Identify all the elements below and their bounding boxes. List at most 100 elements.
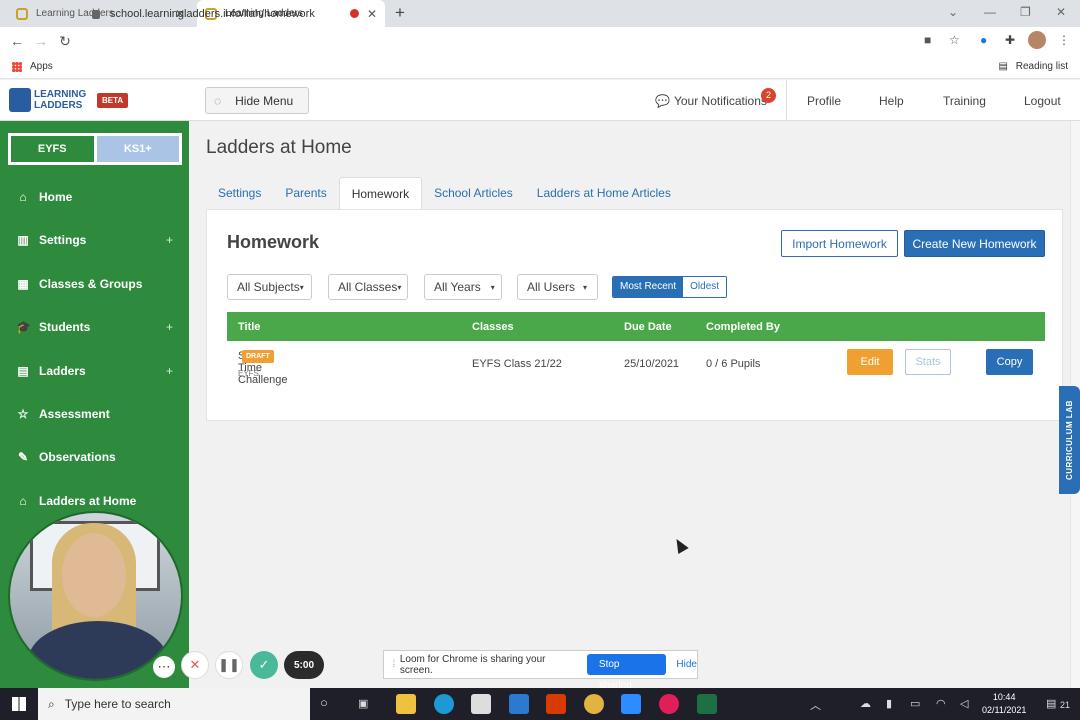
cancel-recording-icon[interactable]: ✕ <box>181 651 209 679</box>
taskbar-clock[interactable]: 10:44 02/11/2021 <box>982 691 1026 717</box>
tab-parents[interactable]: Parents <box>273 177 338 209</box>
apps-shortcut[interactable]: Apps <box>12 61 53 72</box>
action-center-icon[interactable]: ▤ <box>1046 697 1056 710</box>
sidebar-item-observations[interactable]: ✎ Observations <box>0 442 189 472</box>
phase-eyfs[interactable]: EYFS <box>11 136 94 162</box>
sidebar-item-home[interactable]: ⌂ Home <box>0 182 189 212</box>
column-title: Title <box>238 321 261 333</box>
column-classes: Classes <box>472 321 514 333</box>
show-hidden-icons-icon[interactable]: ︿ <box>810 697 821 713</box>
expand-icon[interactable]: + <box>166 320 173 334</box>
office-icon[interactable] <box>546 694 566 714</box>
puzzle-icon[interactable]: ✚ <box>1005 33 1015 47</box>
mail-icon[interactable] <box>509 694 529 714</box>
reading-list-label: Reading list <box>1015 61 1068 72</box>
webcam-person-body <box>28 621 168 679</box>
pause-recording-icon[interactable]: ❚❚ <box>215 651 243 679</box>
onedrive-icon[interactable]: ☁ <box>860 697 871 710</box>
logo-text: LEARNING LADDERS <box>34 89 87 111</box>
pencil-icon: ✎ <box>17 450 29 464</box>
sort-oldest[interactable]: Oldest <box>683 277 727 297</box>
notifications-link[interactable]: 💬 Your Notifications <box>655 94 767 108</box>
expand-icon[interactable]: + <box>166 364 173 378</box>
file-explorer-icon[interactable] <box>396 694 416 714</box>
tab-school-articles[interactable]: School Articles <box>422 177 525 209</box>
windows-taskbar: ⌕ Type here to search ○ ▣ ︿ ☁ ▮ ▭ ◠ ◁ 10… <box>0 688 1080 720</box>
close-window-icon[interactable]: ✕ <box>1056 5 1066 19</box>
classes-filter[interactable]: All Classes ▾ <box>328 274 408 300</box>
back-icon[interactable]: ← <box>5 33 29 49</box>
table-icon: ▦ <box>17 277 29 291</box>
learning-ladders-logo[interactable]: LEARNING LADDERS BETA <box>9 88 129 112</box>
more-options-icon[interactable]: ⋯ <box>153 656 175 678</box>
usb-icon[interactable]: ▮ <box>886 697 892 710</box>
wifi-icon[interactable]: ◠ <box>936 697 946 710</box>
sidebar-item-label: Ladders at Home <box>39 494 137 508</box>
tab-homework[interactable]: Homework <box>338 177 423 209</box>
sort-most-recent[interactable]: Most Recent <box>613 277 684 297</box>
clock-date: 02/11/2021 <box>982 705 1027 715</box>
forward-icon[interactable]: → <box>29 33 53 49</box>
sidebar-item-label: Assessment <box>39 407 110 421</box>
notifications-label: Your Notifications <box>673 94 767 108</box>
phase-ks1[interactable]: KS1+ <box>96 136 179 162</box>
battery-icon[interactable]: ▭ <box>910 697 920 710</box>
zoom-icon[interactable] <box>621 694 641 714</box>
cortana-icon[interactable]: ○ <box>320 695 328 710</box>
sidebar-item-settings[interactable]: ▥ Settings + <box>0 225 189 255</box>
profile-link[interactable]: Profile <box>807 94 841 108</box>
bookmark-star-icon[interactable]: ☆ <box>949 33 960 47</box>
table-row: Story Time ChallengeDRAFT EYFS EYFS Clas… <box>227 341 1045 387</box>
tab-settings[interactable]: Settings <box>206 177 273 209</box>
sidebar-item-assessment[interactable]: ☆ Assessment <box>0 399 189 429</box>
create-homework-button[interactable]: Create New Homework <box>904 230 1045 257</box>
sidebar-item-label: Ladders <box>39 364 86 378</box>
reload-icon[interactable]: ↻ <box>53 33 77 50</box>
sidebar-item-students[interactable]: 🎓 Students + <box>0 312 189 342</box>
expand-icon[interactable]: + <box>166 233 173 247</box>
stop-sharing-button[interactable]: Stop sharing <box>586 654 667 691</box>
profile-avatar[interactable] <box>1028 31 1046 49</box>
sidebar-item-classes-groups[interactable]: ▦ Classes & Groups <box>0 269 189 299</box>
hide-menu-button[interactable]: ◌ Hide Menu <box>205 87 309 114</box>
address-bar-row: ← → ↻ <box>0 27 1080 55</box>
kebab-menu-icon[interactable]: ⋮ <box>1058 33 1070 47</box>
action-center-count: 21 <box>1060 700 1071 710</box>
camera-icon[interactable]: ■ <box>924 33 931 47</box>
taskbar-search-placeholder: Type here to search <box>64 697 171 711</box>
hide-loom-bar-link[interactable]: Hide <box>676 659 697 670</box>
excel-icon[interactable] <box>697 694 717 714</box>
logout-link[interactable]: Logout <box>1024 94 1061 108</box>
curriculum-lab-tab[interactable]: CURRICULUM LAB <box>1059 386 1080 494</box>
url-field[interactable]: school.learningladders.info/llah/homewor… <box>92 4 972 24</box>
taskbar-search[interactable]: ⌕ Type here to search <box>38 688 310 720</box>
years-filter[interactable]: All Years ▾ <box>424 274 502 300</box>
volume-icon[interactable]: ◁ <box>960 697 968 710</box>
tab-ladders-at-home-articles[interactable]: Ladders at Home Articles <box>525 177 683 209</box>
users-filter[interactable]: All Users ▾ <box>517 274 598 300</box>
finish-recording-icon[interactable]: ✓ <box>250 651 278 679</box>
classes-filter-value: All Classes <box>338 280 398 294</box>
task-view-icon[interactable]: ▣ <box>358 697 368 710</box>
help-link[interactable]: Help <box>879 94 904 108</box>
extension-icon[interactable]: ● <box>980 33 987 47</box>
edge-icon[interactable] <box>434 694 454 714</box>
windows-start-icon[interactable] <box>12 697 26 711</box>
stats-button[interactable]: Stats <box>905 349 951 375</box>
subjects-filter[interactable]: All Subjects ▾ <box>227 274 312 300</box>
minimize-icon[interactable]: — <box>984 5 996 19</box>
reading-list-icon: ▤ <box>998 61 1008 72</box>
restore-icon[interactable]: ❐ <box>1020 5 1031 19</box>
slack-icon[interactable] <box>659 694 679 714</box>
reading-list[interactable]: ▤ Reading list <box>999 61 1069 72</box>
import-homework-button[interactable]: Import Homework <box>781 230 898 257</box>
sidebar-item-ladders[interactable]: ▤ Ladders + <box>0 356 189 386</box>
edit-button[interactable]: Edit <box>847 349 893 375</box>
homework-due-date: 25/10/2021 <box>624 358 680 370</box>
training-link[interactable]: Training <box>943 94 986 108</box>
drag-handle-icon[interactable]: ⁞ <box>388 659 400 670</box>
copy-button[interactable]: Copy <box>986 349 1033 375</box>
chrome-icon[interactable] <box>584 694 604 714</box>
store-icon[interactable] <box>471 694 491 714</box>
column-due-date: Due Date <box>624 321 672 333</box>
